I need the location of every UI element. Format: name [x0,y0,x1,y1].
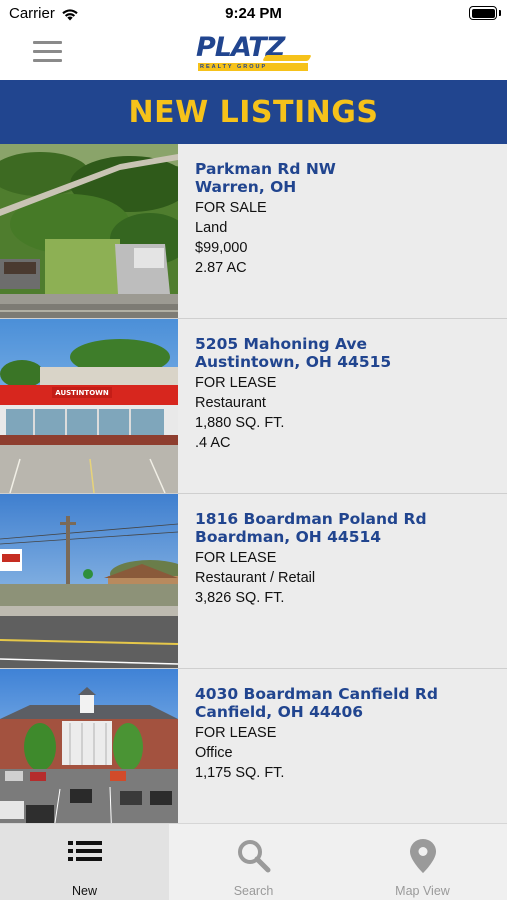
page-title: NEW LISTINGS [128,94,379,130]
listing-size: 1,880 SQ. FT. [195,415,285,431]
listing-details: Parkman Rd NW Warren, OH FOR SALE Land $… [195,160,495,278]
listing-status: FOR SALE [195,200,267,216]
app-header: PLATZ REALTY GROUP [0,28,507,80]
listing-city: Canfield, OH 44406 [195,702,364,721]
map-pin-icon [409,839,436,873]
listing-address: Parkman Rd NW [195,160,336,178]
search-icon [237,840,270,873]
listing-item[interactable]: AUSTINTOWN 5205 Mahoning Ave Austintown,… [0,319,507,494]
tab-search-label: Search [233,884,274,898]
listing-status: FOR LEASE [195,550,277,566]
tab-new-label: New [71,884,97,898]
list-icon [67,841,102,861]
listing-size: 1,175 SQ. FT. [195,765,285,781]
listing-city: Austintown, OH 44515 [195,352,392,371]
tab-map-view-label: Map View [395,884,450,898]
restaurant-storefront-photo: AUSTINTOWN [0,319,178,493]
listing-item[interactable]: Parkman Rd NW Warren, OH FOR SALE Land $… [0,144,507,319]
listing-type: Land [195,220,228,236]
tab-bar: New Search Map View [0,823,507,900]
listing-item[interactable]: 4030 Boardman Canfield Rd Canfield, OH 4… [0,669,507,823]
listing-status: FOR LEASE [195,725,277,741]
listing-item[interactable]: 1816 Boardman Poland Rd Boardman, OH 445… [0,494,507,669]
listings-list[interactable]: Parkman Rd NW Warren, OH FOR SALE Land $… [0,144,507,823]
hamburger-menu-icon[interactable] [33,41,62,63]
status-bar: Carrier 9:24 PM [0,0,507,28]
listing-address: 5205 Mahoning Ave [195,335,368,353]
listing-type: Restaurant / Retail [195,570,316,586]
listing-city: Warren, OH [195,177,297,196]
tab-search[interactable]: Search [169,824,338,900]
tab-map-view[interactable]: Map View [338,824,507,900]
status-time: 9:24 PM [225,5,282,22]
listing-details: 1816 Boardman Poland Rd Boardman, OH 445… [195,510,495,608]
restaurant-sign: AUSTINTOWN [55,389,109,397]
tab-new[interactable]: New [0,824,169,900]
battery-icon [469,6,497,20]
listing-address: 4030 Boardman Canfield Rd [195,685,438,703]
logo-subtext: REALTY GROUP [198,63,308,71]
listing-type: Office [195,745,233,761]
listing-size: 3,826 SQ. FT. [195,590,285,606]
page-banner: NEW LISTINGS [0,80,507,144]
listing-address: 1816 Boardman Poland Rd [195,510,427,528]
listing-price: $99,000 [195,240,248,256]
listing-type: Restaurant [195,395,266,411]
listing-details: 5205 Mahoning Ave Austintown, OH 44515 F… [195,335,495,453]
listing-acreage: .4 AC [195,435,231,451]
street-retail-photo [0,494,178,668]
listing-city: Boardman, OH 44514 [195,527,382,546]
office-building-photo [0,669,178,823]
logo-swoosh [262,55,312,61]
listing-size: 2.87 AC [195,260,247,276]
listing-details: 4030 Boardman Canfield Rd Canfield, OH 4… [195,685,495,783]
aerial-land-photo [0,144,178,318]
platz-logo: PLATZ REALTY GROUP [196,33,312,73]
battery-tip [499,10,501,16]
listing-status: FOR LEASE [195,375,277,391]
